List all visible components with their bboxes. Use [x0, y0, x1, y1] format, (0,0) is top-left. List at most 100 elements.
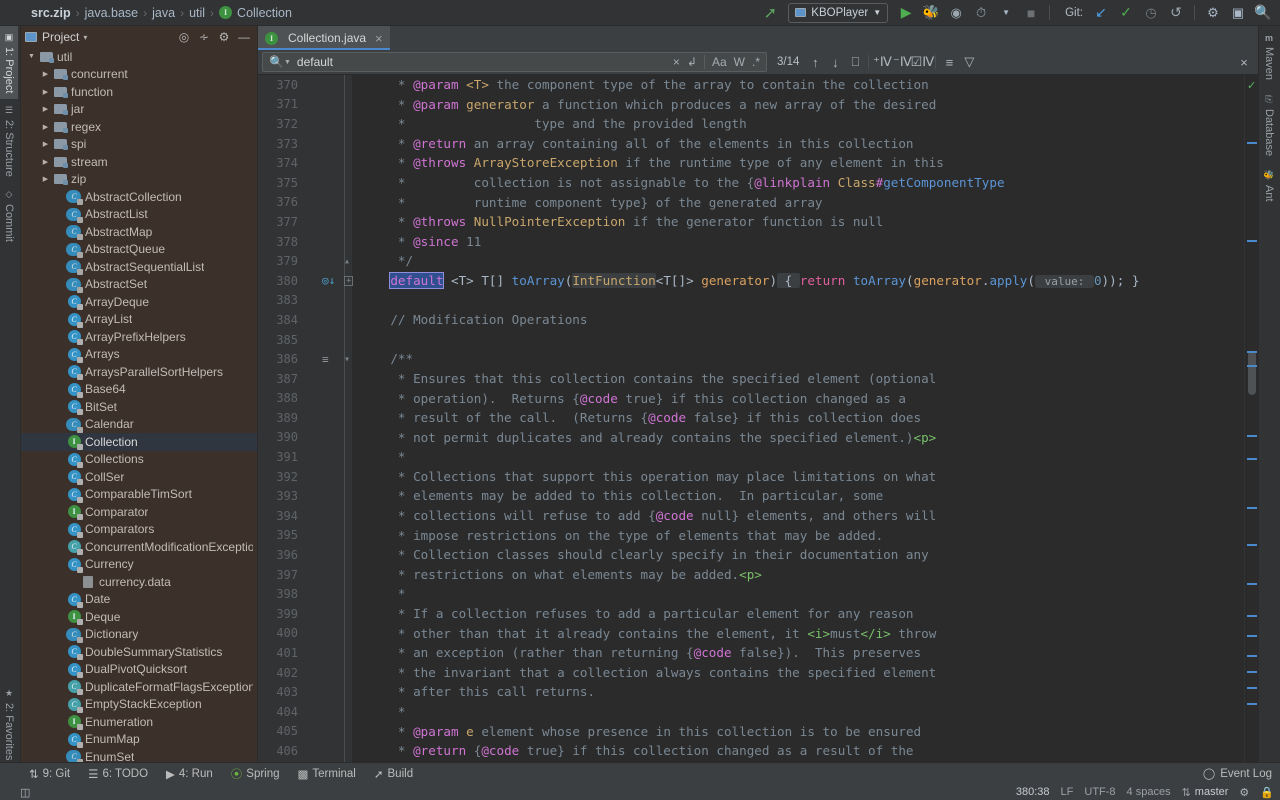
tree-node[interactable]: C EnumMap	[21, 731, 257, 749]
project-panel-title[interactable]: Project	[42, 30, 79, 44]
search-match-marker[interactable]	[1247, 655, 1257, 657]
tree-node[interactable]: ▼ util	[21, 48, 257, 66]
tree-node[interactable]: C DuplicateFormatFlagsException	[21, 678, 257, 696]
code-line[interactable]: /**	[352, 349, 1244, 369]
tree-toggle-icon[interactable]: ▶	[39, 88, 52, 96]
code-line[interactable]: * type and the provided length	[352, 114, 1244, 134]
code-line[interactable]: * @return an array containing all of the…	[352, 134, 1244, 154]
rollback-icon[interactable]: ↺	[1165, 2, 1187, 24]
code-line[interactable]: * If a collection refuses to add a parti…	[352, 604, 1244, 624]
toolwindow-git[interactable]: ⇅ 9: Git	[20, 767, 79, 781]
git-branch-widget[interactable]: ⇅ master	[1182, 786, 1229, 799]
update-icon[interactable]: ↙	[1090, 2, 1112, 24]
indent-setting[interactable]: 4 spaces	[1127, 786, 1171, 798]
search-match-marker[interactable]	[1247, 365, 1257, 367]
tree-node[interactable]: C ArrayDeque	[21, 293, 257, 311]
code-line[interactable]: * restrictions on what elements may be a…	[352, 565, 1244, 585]
breadcrumb-item-srczip[interactable]: src.zip	[26, 6, 76, 20]
inspections-icon[interactable]: ⚙	[1239, 786, 1249, 799]
search-match-marker[interactable]	[1247, 240, 1257, 242]
sidebar-item-database[interactable]: ⎘ Database	[1259, 87, 1279, 163]
toolwindow-spring[interactable]: ⦿ Spring	[222, 766, 289, 782]
find-previous-button[interactable]: ↑	[805, 52, 825, 72]
tree-toggle-icon[interactable]: ▶	[39, 70, 52, 78]
code-line[interactable]: * @param generator a function which prod…	[352, 95, 1244, 115]
tree-node[interactable]: ▶ jar	[21, 101, 257, 119]
code-line[interactable]: * not permit duplicates and already cont…	[352, 428, 1244, 448]
find-next-button[interactable]: ↓	[825, 52, 845, 72]
run-with-coverage-icon[interactable]: ◉	[945, 2, 967, 24]
code-content[interactable]: * @param <T> the component type of the a…	[352, 75, 1244, 772]
code-line[interactable]: * collection is not assignable to the {@…	[352, 173, 1244, 193]
breadcrumb-item-java[interactable]: java	[147, 6, 180, 20]
sidebar-item-structure[interactable]: ☰ 2: Structure	[0, 99, 18, 183]
code-line[interactable]: default <T> T[] toArray(IntFunction<T[]>…	[352, 271, 1244, 291]
breadcrumb-item-javabase[interactable]: java.base	[80, 6, 144, 20]
tree-node[interactable]: C ConcurrentModificationExceptio	[21, 538, 257, 556]
run-configuration-selector[interactable]: KBOPlayer ▼	[788, 2, 889, 23]
select-lines-icon[interactable]: ☑Ⅳ	[911, 52, 935, 72]
code-line[interactable]: *	[352, 447, 1244, 467]
clear-icon[interactable]: ×	[673, 55, 680, 69]
update-project-icon[interactable]: ➚	[759, 2, 781, 24]
memory-indicator-icon[interactable]: ◫	[20, 786, 30, 799]
file-encoding[interactable]: UTF-8	[1084, 786, 1115, 798]
toolwindow-todo[interactable]: ☰ 6: TODO	[79, 767, 157, 781]
code-line[interactable]: * runtime component type} of the generat…	[352, 193, 1244, 213]
breadcrumb-item-collection[interactable]: I Collection	[214, 6, 297, 20]
tree-node[interactable]: C ComparableTimSort	[21, 486, 257, 504]
tree-node[interactable]: C DoubleSummaryStatistics	[21, 643, 257, 661]
tree-node[interactable]: ▶ function	[21, 83, 257, 101]
tree-node[interactable]: I Collection	[21, 433, 257, 451]
tree-node[interactable]: C AbstractSequentialList	[21, 258, 257, 276]
tree-node[interactable]: ▶ concurrent	[21, 66, 257, 84]
lock-icon[interactable]: 🔒	[1260, 786, 1274, 799]
tree-node[interactable]: C AbstractMap	[21, 223, 257, 241]
tree-node[interactable]: C Collections	[21, 451, 257, 469]
tree-node[interactable]: C ArraysParallelSortHelpers	[21, 363, 257, 381]
locate-icon[interactable]: ◎	[175, 28, 193, 46]
newline-icon[interactable]: ↲	[687, 55, 697, 69]
code-line[interactable]: * an exception (rather than returning {@…	[352, 643, 1244, 663]
javadoc-icon[interactable]: ≡	[322, 353, 329, 366]
implemented-method-icon[interactable]: ◎↓	[322, 274, 335, 287]
tree-node[interactable]: C Base64	[21, 381, 257, 399]
code-line[interactable]: * collections will refuse to add {@code …	[352, 506, 1244, 526]
tree-node[interactable]: C BitSet	[21, 398, 257, 416]
tree-node[interactable]: C AbstractSet	[21, 276, 257, 294]
tree-toggle-icon[interactable]: ▶	[39, 175, 52, 183]
code-line[interactable]: *	[352, 584, 1244, 604]
scrollbar-thumb[interactable]	[1248, 351, 1256, 395]
tree-node[interactable]: C CollSer	[21, 468, 257, 486]
commit-icon[interactable]: ✓	[1115, 2, 1137, 24]
tree-node[interactable]: C ArrayPrefixHelpers	[21, 328, 257, 346]
tree-node[interactable]: C ArrayList	[21, 311, 257, 329]
code-line[interactable]: * operation). Returns {@code true} if th…	[352, 389, 1244, 409]
breadcrumb-item-util[interactable]: util	[184, 6, 210, 20]
add-selection-icon[interactable]: ⁺Ⅳ	[872, 52, 892, 72]
chevron-down-icon[interactable]: ▼	[995, 2, 1017, 24]
toolwindow-run[interactable]: ▶ 4: Run	[157, 767, 222, 781]
search-match-marker[interactable]	[1247, 671, 1257, 673]
search-match-marker[interactable]	[1247, 544, 1257, 546]
chevron-down-icon[interactable]: ▾	[83, 33, 87, 42]
tree-node[interactable]: C EmptyStackException	[21, 696, 257, 714]
profiler-icon[interactable]: ⏱	[970, 2, 992, 24]
code-line[interactable]: *	[352, 702, 1244, 722]
tree-node[interactable]: I Comparator	[21, 503, 257, 521]
code-line[interactable]: */	[352, 251, 1244, 271]
tree-node[interactable]: C AbstractQueue	[21, 241, 257, 259]
project-tree[interactable]: ▼ util ▶ concurrent ▶ function ▶ jar ▶ regex ▶ spi ▶…	[21, 48, 257, 772]
gear-icon[interactable]: ⚙	[215, 28, 233, 46]
search-match-marker[interactable]	[1247, 351, 1257, 353]
tree-node[interactable]: ▶ regex	[21, 118, 257, 136]
toolwindow-build[interactable]: ➚ Build	[365, 767, 422, 781]
fold-start-icon[interactable]: ▾	[344, 354, 350, 365]
toolwindow-terminal[interactable]: ▩ Terminal	[289, 767, 365, 781]
hide-icon[interactable]: —	[235, 28, 253, 46]
search-match-marker[interactable]	[1247, 703, 1257, 705]
code-line[interactable]: * @throws NullPointerException if the ge…	[352, 212, 1244, 232]
caret-position[interactable]: 380:38	[1016, 786, 1050, 798]
search-match-marker[interactable]	[1247, 507, 1257, 509]
tree-node[interactable]: ▶ spi	[21, 136, 257, 154]
